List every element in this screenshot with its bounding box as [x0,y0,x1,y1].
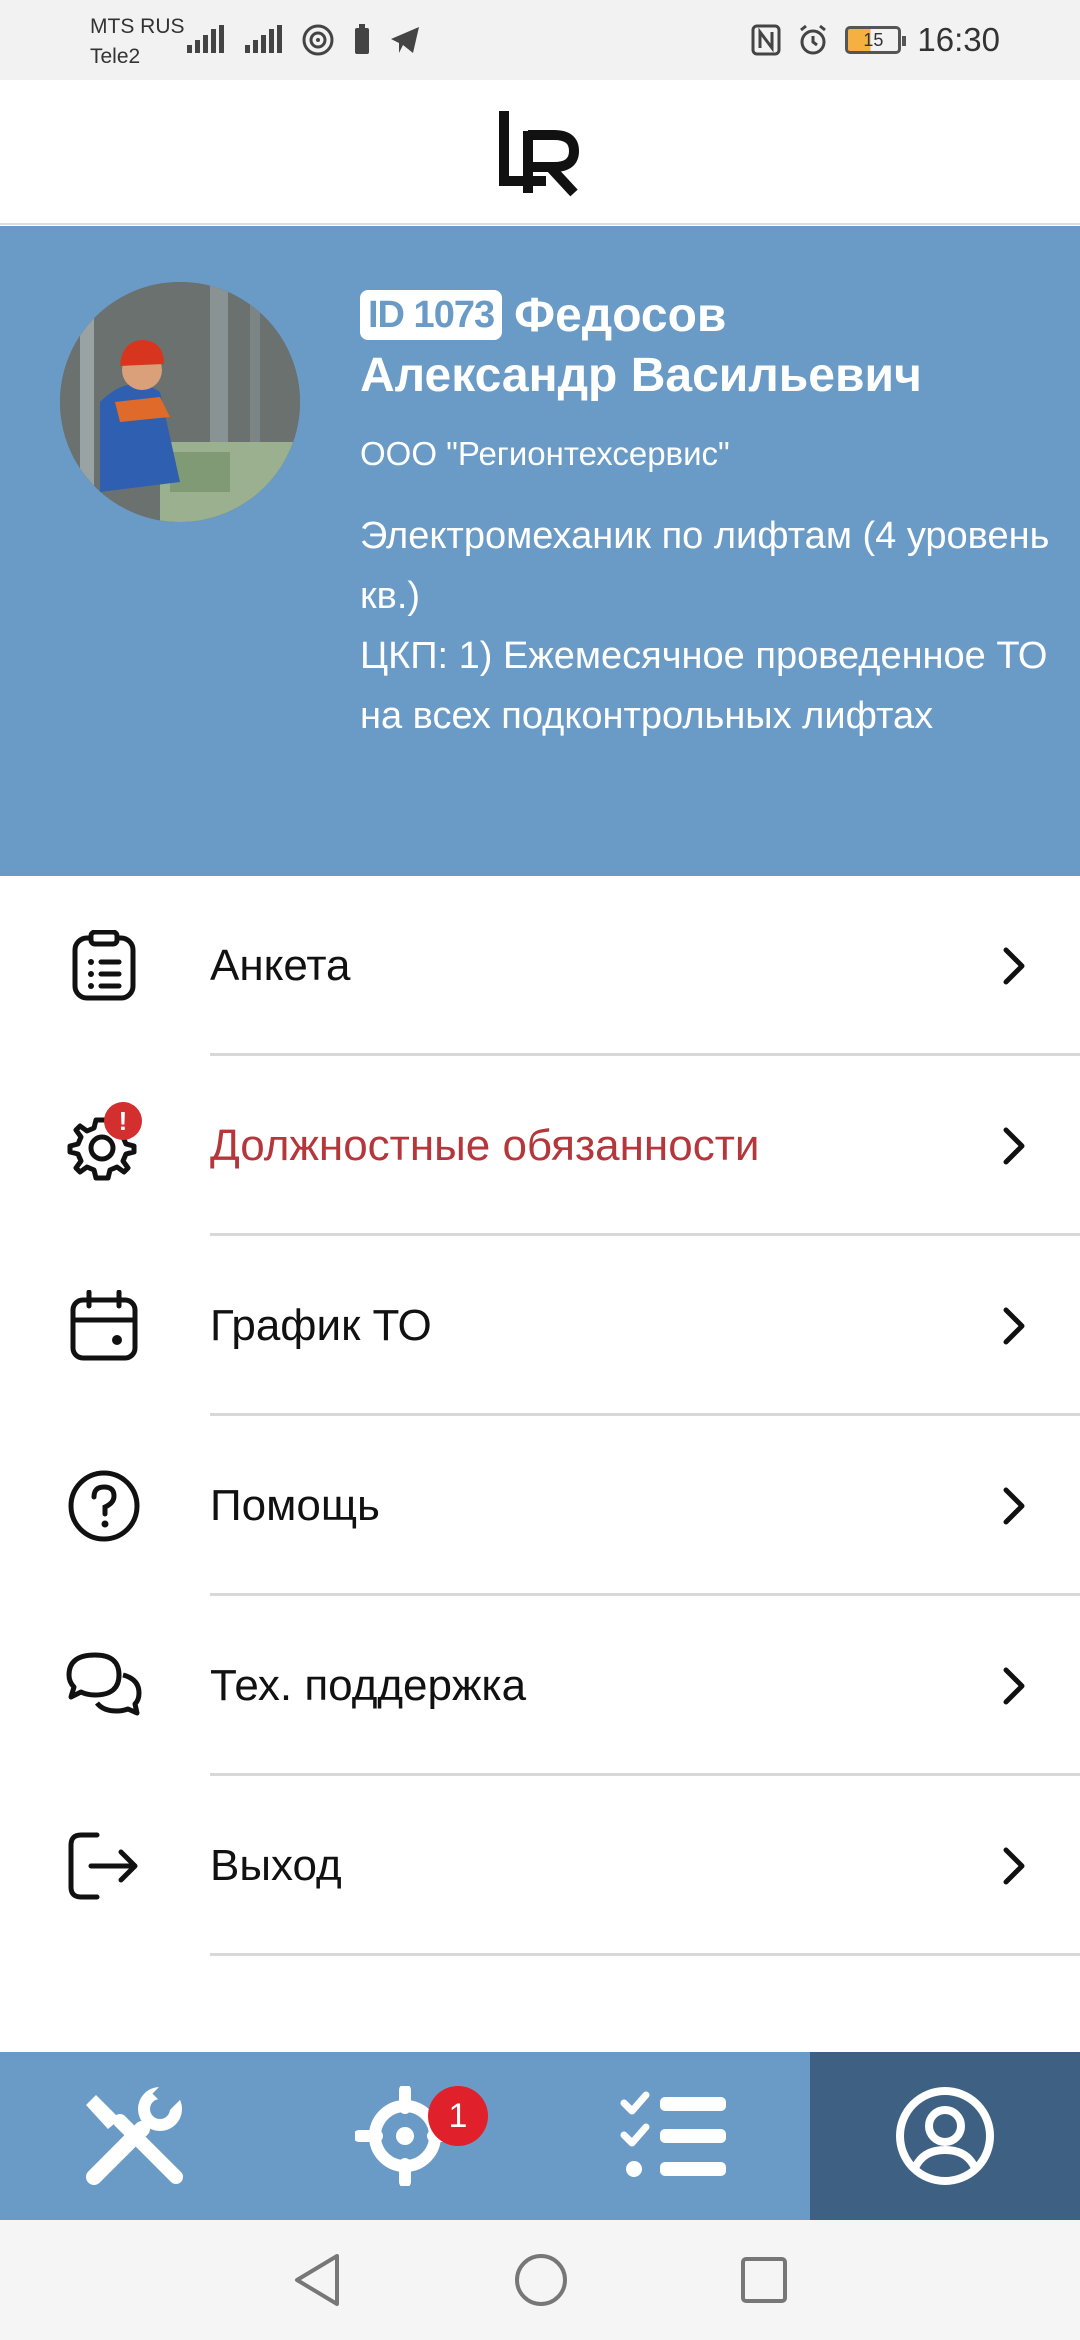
menu-item-questionnaire[interactable]: Анкета [0,876,1080,1056]
carrier-2: Tele2 [90,45,141,68]
bottom-nav: 1 [0,2052,1080,2220]
chevron-right-icon [1003,1127,1025,1165]
chat-bubbles-icon [64,1652,144,1716]
given-names: Александр Васильевич [360,349,922,402]
clock: 16:30 [917,21,1000,58]
tab-targets[interactable]: 1 [270,2052,540,2220]
menu-item-label: График ТО [210,1301,432,1350]
id-badge: ID 1073 [360,290,503,340]
nfc-icon [751,24,781,56]
home-icon[interactable] [513,2252,569,2308]
signal-2-icon [245,25,282,53]
menu-item-label: Должностные обязанности [210,1121,760,1170]
surname: Федосов [514,289,727,342]
system-nav-bar [0,2220,1080,2340]
menu-item-help[interactable]: Помощь [0,1416,1080,1596]
tab-checklist[interactable] [540,2052,810,2220]
menu-item-label: Тех. поддержка [210,1661,527,1710]
avatar-photo [60,282,300,522]
battery-saver-icon [355,24,369,54]
app-header [0,80,1080,225]
job-position: Электромеханик по лифтам (4 уровень кв.)… [360,506,1050,746]
profile-info: ID 1073 Федосов Александр Васильевич ООО … [360,286,1050,746]
chevron-right-icon [1003,1667,1025,1705]
tools-icon [86,2081,184,2185]
menu-item-label: Анкета [210,941,351,990]
help-circle-icon [64,1470,144,1542]
status-bar: MTS RUS Tele2 15 16:30 [0,0,1080,80]
employee-name: ID 1073 Федосов Александр Васильевич [360,286,1050,406]
tab-tools[interactable] [0,2052,270,2220]
divider [210,1953,1080,1956]
menu-item-logout[interactable]: Выход [0,1776,1080,1956]
checklist-icon [620,2091,726,2177]
carrier-info: MTS RUS Tele2 [90,12,185,72]
back-icon[interactable] [291,2252,343,2308]
profile-card: ID 1073 Федосов Александр Васильевич ООО … [0,226,1080,876]
signal-icon [187,25,224,53]
chevron-right-icon [1003,947,1025,985]
menu-item-tech-support[interactable]: Тех. поддержка [0,1596,1080,1776]
logout-icon [64,1832,144,1900]
kpi-text: ЦКП: 1) Ежемесячное проведенное ТО на вс… [360,635,1048,737]
telegram-icon [391,27,419,53]
recents-icon[interactable] [739,2255,789,2305]
chevron-right-icon [1003,1307,1025,1345]
carrier-1: MTS RUS [90,15,185,38]
app-logo [499,110,580,196]
avatar[interactable] [60,282,300,522]
gear-icon: ! [64,1102,144,1181]
battery-indicator: 15 [845,26,907,54]
chevron-right-icon [1003,1487,1025,1525]
calendar-icon [64,1290,144,1361]
status-icons-right: 15 16:30 [751,18,1000,62]
hotspot-icon [302,24,334,56]
alarm-icon [800,24,827,55]
position-title: Электромеханик по лифтам (4 уровень кв.) [360,515,1050,617]
chevron-right-icon [1003,1847,1025,1885]
clipboard-list-icon [64,930,144,1001]
tab-profile[interactable] [810,2052,1080,2220]
notification-badge: 1 [428,2086,488,2146]
profile-icon [896,2087,994,2185]
profile-menu: Анкета ! Должностные обязанности График … [0,876,1080,1956]
menu-item-maintenance-schedule[interactable]: График ТО [0,1236,1080,1416]
menu-item-job-duties[interactable]: ! Должностные обязанности [0,1056,1080,1236]
menu-item-label: Выход [210,1841,342,1890]
alert-badge: ! [104,1102,142,1140]
status-icons-left [185,18,421,62]
company-name: ООО "Регионтехсервис" [360,435,730,472]
menu-item-label: Помощь [210,1481,380,1530]
